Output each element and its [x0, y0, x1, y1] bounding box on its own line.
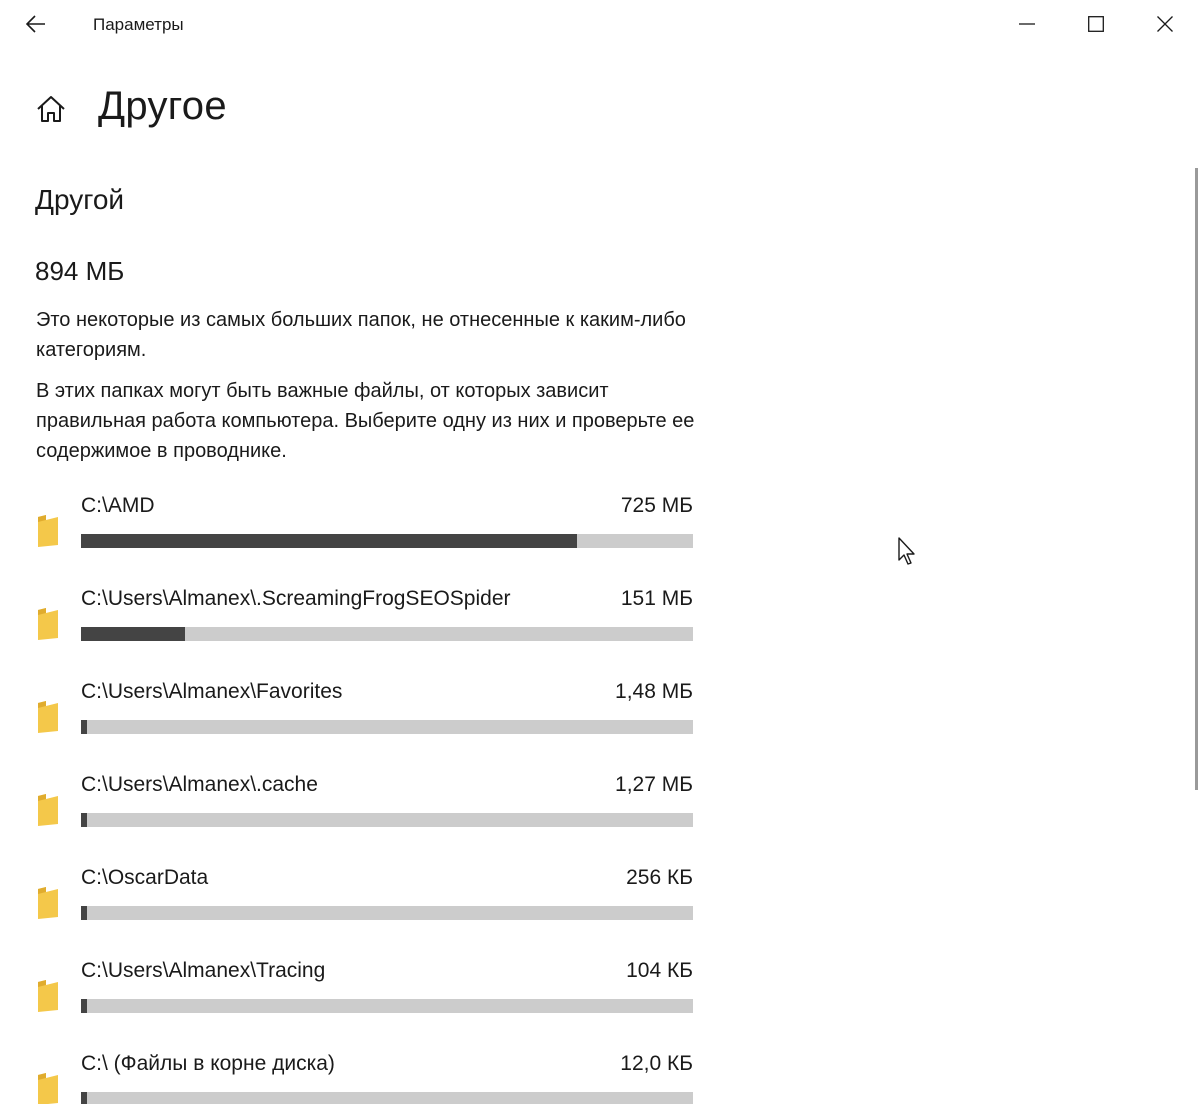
folder-size: 104 КБ [626, 959, 693, 982]
mouse-cursor-icon [898, 537, 915, 565]
usage-bar-fill [81, 906, 88, 920]
minimize-button[interactable] [1005, 6, 1049, 42]
maximize-button[interactable] [1074, 6, 1118, 42]
description-paragraph: Это некоторые из самых больших папок, не… [36, 309, 686, 361]
title-bar: Параметры [0, 0, 1200, 50]
folder-path: C:\ (Файлы в корне диска) [81, 1052, 335, 1075]
folder-path: C:\AMD [81, 494, 155, 517]
folder-size: 12,0 КБ [620, 1052, 693, 1075]
usage-bar [81, 627, 693, 641]
usage-bar [81, 999, 693, 1013]
folder-item[interactable]: C:\Users\Almanex\Tracing 104 КБ [30, 959, 700, 1039]
folder-icon [38, 1073, 58, 1104]
folder-item[interactable]: C:\Users\Almanex\.cache 1,27 МБ [30, 773, 700, 853]
folder-item[interactable]: C:\Users\Almanex\Favorites 1,48 МБ [30, 680, 700, 760]
minimize-icon [1019, 23, 1035, 25]
folder-item[interactable]: C:\OscarData 256 КБ [30, 866, 700, 946]
folder-item[interactable]: C:\AMD 725 МБ [30, 494, 700, 574]
usage-bar-fill [81, 534, 577, 548]
app-title: Параметры [93, 15, 184, 34]
usage-bar-fill [81, 1092, 88, 1104]
usage-bar-fill [81, 627, 186, 641]
usage-bar [81, 906, 693, 920]
home-icon[interactable] [34, 92, 68, 126]
folder-icon [38, 515, 58, 547]
folder-path: C:\Users\Almanex\.ScreamingFrogSEOSpider [81, 587, 511, 610]
folder-size: 151 МБ [620, 587, 693, 610]
usage-bar-fill [81, 720, 88, 734]
folder-path: C:\Users\Almanex\.cache [81, 773, 318, 796]
folder-size: 1,27 МБ [615, 773, 693, 796]
usage-bar [81, 1092, 693, 1104]
usage-bar [81, 813, 693, 827]
back-button[interactable] [20, 8, 52, 40]
page-title: Другое [98, 84, 227, 128]
section-heading: Другой [35, 184, 125, 215]
folder-icon [38, 794, 58, 826]
warning-paragraph: В этих папках могут быть важные файлы, о… [36, 380, 695, 462]
usage-bar [81, 534, 693, 548]
total-size: 894 МБ [35, 256, 125, 286]
folder-path: C:\OscarData [81, 866, 209, 889]
folder-list: C:\AMD 725 МБ C:\Users\Almanex\.Screamin… [0, 0, 1200, 1104]
folder-size: 1,48 МБ [615, 680, 693, 703]
folder-path: C:\Users\Almanex\Favorites [81, 680, 343, 703]
close-button[interactable] [1143, 6, 1187, 42]
usage-bar [81, 720, 693, 734]
scrollbar[interactable] [1195, 168, 1198, 790]
folder-size: 256 КБ [626, 866, 693, 889]
maximize-icon [1088, 16, 1104, 32]
folder-item[interactable]: C:\ (Файлы в корне диска) 12,0 КБ [30, 1052, 700, 1104]
close-icon [1157, 16, 1173, 32]
usage-bar-fill [81, 999, 88, 1013]
folder-path: C:\Users\Almanex\Tracing [81, 959, 326, 982]
usage-bar-fill [81, 813, 88, 827]
back-arrow-icon [26, 15, 45, 33]
folder-icon [38, 608, 58, 640]
folder-icon [38, 887, 58, 919]
folder-icon [38, 701, 58, 733]
folder-item[interactable]: C:\Users\Almanex\.ScreamingFrogSEOSpider… [30, 587, 700, 667]
folder-size: 725 МБ [620, 494, 693, 517]
folder-icon [38, 980, 58, 1012]
